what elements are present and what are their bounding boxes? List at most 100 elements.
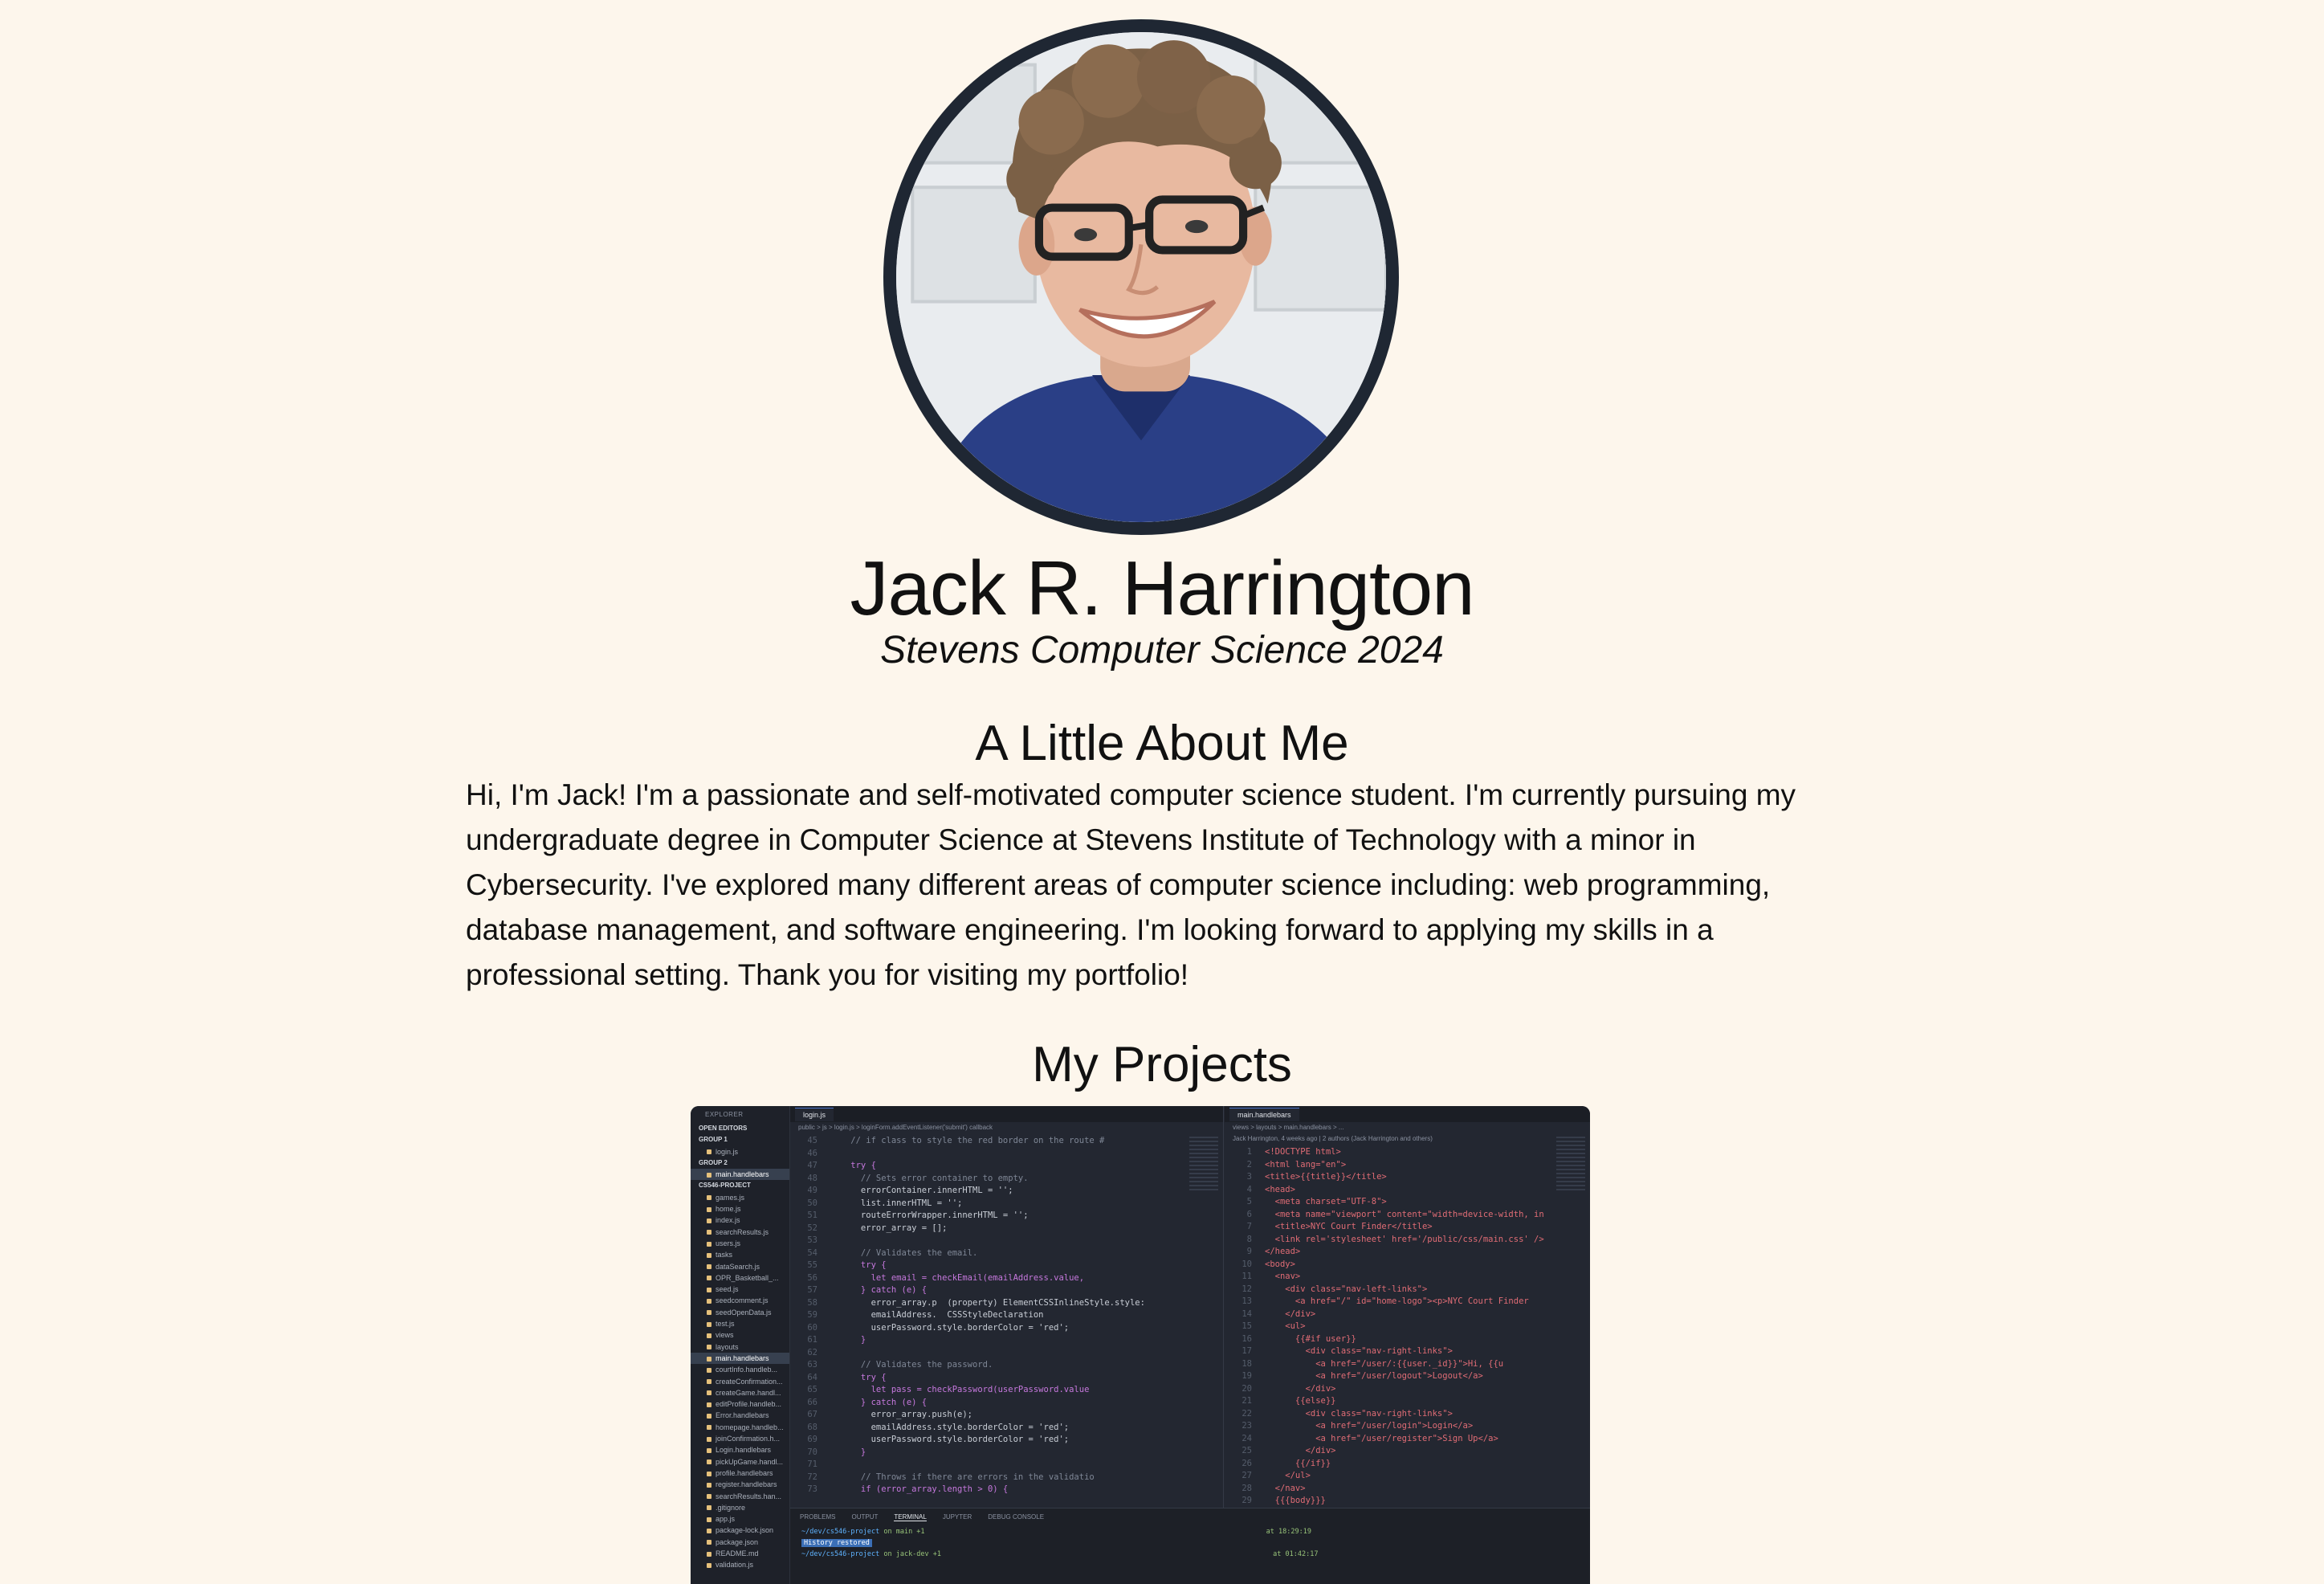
- file-icon: [707, 1562, 711, 1568]
- code-line: 8 <link rel='stylesheet' href='/public/c…: [1225, 1234, 1590, 1247]
- line-number: 6: [1246, 1209, 1252, 1219]
- explorer-file[interactable]: seedOpenData.js: [691, 1307, 789, 1318]
- project-screenshot[interactable]: EXPLORER OPEN EDITORS GROUP 1 login.js G…: [691, 1106, 1590, 1584]
- explorer-file[interactable]: games.js: [691, 1192, 789, 1203]
- line-number: 22: [1242, 1408, 1252, 1419]
- explorer-file[interactable]: app.js: [691, 1513, 789, 1525]
- explorer-file[interactable]: dataSearch.js: [691, 1261, 789, 1272]
- code-text: // Sets error container to empty.: [830, 1173, 1029, 1183]
- file-label: package-lock.json: [716, 1526, 774, 1535]
- explorer-file[interactable]: index.js: [691, 1215, 789, 1226]
- code-line: 51 routeErrorWrapper.innerHTML = '';: [790, 1210, 1223, 1223]
- history-badge: History restored: [801, 1539, 872, 1547]
- code-text: </nav>: [1265, 1483, 1306, 1493]
- panel-tab[interactable]: JUPYTER: [943, 1513, 972, 1521]
- panel-tab[interactable]: DEBUG CONSOLE: [988, 1513, 1044, 1521]
- line-number: 23: [1242, 1421, 1252, 1431]
- right-editor-pane: main.handlebars views > layouts > main.h…: [1225, 1106, 1590, 1508]
- project-header: CS546-PROJECT: [699, 1182, 751, 1190]
- portfolio-page: Jack R. Harrington Stevens Computer Scie…: [0, 0, 2324, 1584]
- explorer-file[interactable]: courtInfo.handleb...: [691, 1364, 789, 1375]
- explorer-file[interactable]: test.js: [691, 1318, 789, 1329]
- line-number: 27: [1242, 1471, 1252, 1480]
- file-label: seed.js: [716, 1285, 739, 1294]
- explorer-file[interactable]: validation.js: [691, 1559, 789, 1570]
- code-text: emailAddress. CSSStyleDeclaration: [830, 1310, 1044, 1320]
- explorer-file[interactable]: profile.handlebars: [691, 1468, 789, 1479]
- explorer-file[interactable]: Login.handlebars: [691, 1444, 789, 1455]
- file-icon: [707, 1540, 711, 1545]
- explorer-file[interactable]: README.md: [691, 1548, 789, 1559]
- panel-tab[interactable]: PROBLEMS: [800, 1513, 835, 1521]
- explorer-file[interactable]: home.js: [691, 1203, 789, 1215]
- code-line: 63 // Validates the password.: [790, 1359, 1223, 1372]
- line-number: 68: [807, 1422, 817, 1432]
- explorer-file[interactable]: layouts: [691, 1341, 789, 1353]
- line-number: 21: [1242, 1396, 1252, 1406]
- terminal-output: ~/dev/cs546-project on main +1 at 18:29:…: [790, 1526, 1590, 1560]
- line-number: 60: [807, 1322, 817, 1333]
- explorer-file[interactable]: package.json: [691, 1537, 789, 1548]
- code-text: let email = checkEmail(emailAddress.valu…: [830, 1272, 1085, 1283]
- file-icon: [707, 1310, 711, 1316]
- code-text: </head>: [1265, 1247, 1301, 1256]
- line-number: 66: [807, 1397, 817, 1407]
- code-text: // Validates the email.: [830, 1247, 978, 1258]
- terminal-line: ~/dev/cs546-project on main +1 at 18:29:…: [801, 1526, 1590, 1537]
- minimap: [1556, 1137, 1585, 1193]
- file-icon: [707, 1402, 711, 1407]
- code-line: 50 list.innerHTML = '';: [790, 1198, 1223, 1210]
- file-icon: [707, 1195, 711, 1201]
- explorer-file[interactable]: register.handlebars: [691, 1479, 789, 1490]
- terminal-time: at 18:29:19: [1266, 1528, 1311, 1536]
- panel-tab[interactable]: OUTPUT: [851, 1513, 878, 1521]
- line-number: 1: [1246, 1147, 1252, 1157]
- explorer-file[interactable]: editProfile.handleb...: [691, 1398, 789, 1410]
- line-number: 70: [807, 1447, 817, 1457]
- line-number: 26: [1242, 1458, 1252, 1468]
- code-text: userPassword.style.borderColor = 'red';: [830, 1435, 1070, 1444]
- explorer-file[interactable]: main.handlebars: [691, 1352, 789, 1365]
- explorer-file[interactable]: pickUpGame.handl...: [691, 1456, 789, 1468]
- explorer-file[interactable]: seed.js: [691, 1284, 789, 1295]
- explorer-file[interactable]: users.js: [691, 1238, 789, 1249]
- code-line: 49 errorContainer.innerHTML = '';: [790, 1185, 1223, 1198]
- line-number: 65: [807, 1385, 817, 1394]
- code-line: 2 <html lang="en">: [1225, 1159, 1590, 1172]
- file-icon: [707, 1276, 711, 1281]
- file-icon: [707, 1241, 711, 1247]
- line-number: 52: [807, 1223, 817, 1233]
- explorer-file[interactable]: homepage.handleb...: [691, 1422, 789, 1433]
- code-line: 45 // if class to style the red border o…: [790, 1135, 1223, 1148]
- explorer-file[interactable]: createConfirmation...: [691, 1376, 789, 1387]
- code-line: 9 </head>: [1225, 1246, 1590, 1259]
- line-number: 29: [1242, 1496, 1252, 1505]
- line-number: 55: [807, 1260, 817, 1270]
- code-line: 19 <a href="/user/logout">Logout</a>: [1225, 1370, 1590, 1383]
- explorer-file[interactable]: createGame.handl...: [691, 1387, 789, 1398]
- file-icon: [707, 1230, 711, 1235]
- explorer-file[interactable]: .gitignore: [691, 1502, 789, 1513]
- file-label: index.js: [716, 1216, 740, 1225]
- explorer-file[interactable]: package-lock.json: [691, 1525, 789, 1536]
- explorer-file[interactable]: searchResults.js: [691, 1227, 789, 1238]
- line-number: 62: [807, 1347, 817, 1357]
- line-number: 48: [807, 1173, 817, 1183]
- code-line: 72 // Throws if there are errors in the …: [790, 1472, 1223, 1484]
- code-text: let pass = checkPassword(userPassword.va…: [830, 1385, 1090, 1394]
- code-text: error_array.p (property) ElementCSSInlin…: [830, 1297, 1145, 1308]
- explorer-file[interactable]: tasks: [691, 1249, 789, 1260]
- explorer-file[interactable]: OPR_Basketball_...: [691, 1272, 789, 1284]
- explorer-file[interactable]: Error.handlebars: [691, 1410, 789, 1421]
- terminal-path: ~/dev/cs546-project: [801, 1528, 880, 1536]
- code-line: 60 userPassword.style.borderColor = 'red…: [790, 1322, 1223, 1335]
- explorer-file[interactable]: joinConfirmation.h...: [691, 1433, 789, 1444]
- explorer-file[interactable]: searchResults.han...: [691, 1491, 789, 1502]
- explorer-file[interactable]: seedcomment.js: [691, 1295, 789, 1306]
- explorer-file[interactable]: views: [691, 1329, 789, 1341]
- file-icon: [707, 1447, 711, 1453]
- code-text: </div>: [1265, 1383, 1336, 1394]
- line-number: 59: [807, 1310, 817, 1320]
- terminal-panel: PROBLEMS OUTPUT TERMINAL JUPYTER DEBUG CONSO…: [790, 1508, 1590, 1584]
- panel-tab[interactable]: TERMINAL: [894, 1513, 927, 1521]
